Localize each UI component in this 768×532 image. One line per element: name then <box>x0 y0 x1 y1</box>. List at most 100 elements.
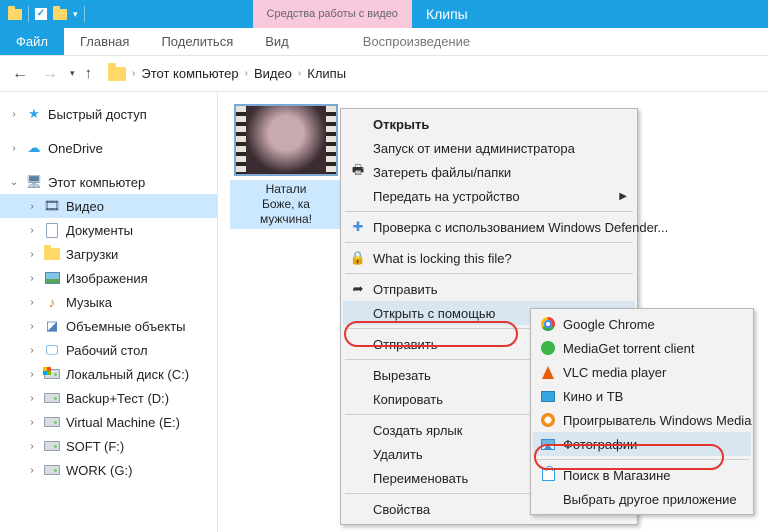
submenu-item-movies-tv[interactable]: Кино и ТВ <box>533 384 751 408</box>
menu-item-share[interactable]: ➦Отправить <box>343 277 635 301</box>
share-icon: ➦ <box>350 281 366 297</box>
menu-item-erase[interactable]: 🖶Затереть файлы/папки <box>343 160 635 184</box>
submenu-item-chrome[interactable]: Google Chrome <box>533 312 751 336</box>
sidebar-item-video[interactable]: ›🎞Видео <box>0 194 217 218</box>
sidebar-item-desktop[interactable]: ›🖵Рабочий стол <box>0 338 217 362</box>
chevron-right-icon[interactable]: › <box>298 68 301 79</box>
drive-icon <box>44 441 60 451</box>
menu-item-defender[interactable]: ✚Проверка с использованием Windows Defen… <box>343 215 635 239</box>
breadcrumb-item[interactable]: Этот компьютер <box>141 66 238 81</box>
menu-separator <box>345 242 633 243</box>
chrome-icon <box>540 316 556 332</box>
menu-separator <box>535 459 749 460</box>
document-icon <box>46 223 58 238</box>
wmp-icon <box>540 412 556 428</box>
sidebar-item-music[interactable]: ›♪Музыка <box>0 290 217 314</box>
breadcrumb-item[interactable]: Клипы <box>307 66 346 81</box>
printer-icon: 🖶 <box>350 164 366 180</box>
tab-home[interactable]: Главная <box>64 28 145 55</box>
sidebar-label: SOFT (F:) <box>66 439 124 454</box>
lock-icon: 🔒 <box>350 250 366 266</box>
back-button[interactable]: ← <box>10 65 30 83</box>
chevron-right-icon[interactable]: › <box>245 68 248 79</box>
pc-icon: 🖥 <box>26 174 42 190</box>
chevron-down-icon[interactable]: ▾ <box>73 9 78 20</box>
checkbox-icon[interactable]: ✓ <box>35 8 47 20</box>
submenu-item-store[interactable]: Поиск в Магазине <box>533 463 751 487</box>
contextual-tab-video-tools[interactable]: Средства работы с видео <box>253 0 412 28</box>
star-icon: ★ <box>26 106 42 122</box>
vlc-icon <box>540 364 556 380</box>
cloud-icon: ☁ <box>26 140 42 156</box>
mediaget-icon <box>540 340 556 356</box>
recent-locations-icon[interactable]: ▾ <box>70 68 75 79</box>
pictures-icon <box>45 272 60 284</box>
music-icon: ♪ <box>44 294 60 310</box>
file-caption: Натали Боже, ка мужчина! <box>230 180 342 229</box>
separator <box>84 6 85 22</box>
tab-share[interactable]: Поделиться <box>145 28 249 55</box>
video-file-item[interactable]: Натали Боже, ка мужчина! <box>230 104 342 229</box>
submenu-item-wmp[interactable]: Проигрыватель Windows Media <box>533 408 751 432</box>
desktop-icon: 🖵 <box>44 342 60 358</box>
submenu-item-vlc[interactable]: VLC media player <box>533 360 751 384</box>
store-icon <box>540 467 556 483</box>
open-with-submenu: Google Chrome MediaGet torrent client VL… <box>530 308 754 515</box>
address-bar[interactable]: › Этот компьютер › Видео › Клипы <box>108 66 346 81</box>
menu-item-run-as-admin[interactable]: Запуск от имени администратора <box>343 136 635 160</box>
sidebar-label: Объемные объекты <box>66 319 186 334</box>
cube-icon: ◪ <box>44 318 60 334</box>
folder-icon[interactable] <box>8 9 22 20</box>
sidebar-label: Видео <box>66 199 104 214</box>
breadcrumb-item[interactable]: Видео <box>254 66 292 81</box>
submenu-item-photos[interactable]: Фотографии <box>533 432 751 456</box>
sidebar-item-quick-access[interactable]: ›★Быстрый доступ <box>0 102 217 126</box>
menu-item-open[interactable]: Открыть <box>343 112 635 136</box>
shield-icon: ✚ <box>350 219 366 235</box>
folder-icon[interactable] <box>53 9 67 20</box>
quick-access-toolbar: ✓ ▾ <box>0 0 93 28</box>
sidebar-label: Музыка <box>66 295 112 310</box>
sidebar-label: OneDrive <box>48 141 103 156</box>
sidebar-label: Virtual Machine (E:) <box>66 415 180 430</box>
sidebar-label: Загрузки <box>66 247 118 262</box>
sidebar-item-3d-objects[interactable]: ›◪Объемные объекты <box>0 314 217 338</box>
menu-item-locking[interactable]: 🔒What is locking this file? <box>343 246 635 270</box>
contextual-tab-label: Средства работы с видео <box>267 8 398 20</box>
navigation-bar: ← → ▾ ↑ › Этот компьютер › Видео › Клипы <box>0 56 768 92</box>
sidebar-item-documents[interactable]: ›Документы <box>0 218 217 242</box>
sidebar-item-drive-d[interactable]: ›Backup+Тест (D:) <box>0 386 217 410</box>
tab-file[interactable]: Файл <box>0 28 64 55</box>
separator <box>28 6 29 22</box>
chevron-right-icon: ▶ <box>619 191 627 202</box>
sidebar-item-drive-g[interactable]: ›WORK (G:) <box>0 458 217 482</box>
chevron-right-icon[interactable]: › <box>132 68 135 79</box>
submenu-item-choose[interactable]: Выбрать другое приложение <box>533 487 751 511</box>
folder-icon <box>44 248 60 260</box>
tab-view[interactable]: Вид <box>249 28 305 55</box>
video-icon: 🎞 <box>44 198 60 214</box>
sidebar-item-drive-f[interactable]: ›SOFT (F:) <box>0 434 217 458</box>
sidebar-item-onedrive[interactable]: ›☁OneDrive <box>0 136 217 160</box>
sidebar-item-drive-e[interactable]: ›Virtual Machine (E:) <box>0 410 217 434</box>
sidebar-label: Изображения <box>66 271 148 286</box>
sidebar-item-this-pc[interactable]: ⌄🖥Этот компьютер <box>0 170 217 194</box>
sidebar-item-pictures[interactable]: ›Изображения <box>0 266 217 290</box>
sidebar-label: Документы <box>66 223 133 238</box>
video-thumbnail <box>234 104 338 176</box>
sidebar-label: Backup+Тест (D:) <box>66 391 169 406</box>
menu-separator <box>345 211 633 212</box>
submenu-item-mediaget[interactable]: MediaGet torrent client <box>533 336 751 360</box>
forward-button[interactable]: → <box>40 65 60 83</box>
folder-icon <box>108 67 126 81</box>
menu-item-cast[interactable]: Передать на устройство▶ <box>343 184 635 208</box>
sidebar-label: Этот компьютер <box>48 175 145 190</box>
sidebar-label: Быстрый доступ <box>48 107 147 122</box>
photos-icon <box>540 436 556 452</box>
up-button[interactable]: ↑ <box>85 65 93 82</box>
sidebar-item-downloads[interactable]: ›Загрузки <box>0 242 217 266</box>
sidebar-label: WORK (G:) <box>66 463 132 478</box>
tab-playback[interactable]: Воспроизведение <box>347 28 486 55</box>
film-icon <box>540 388 556 404</box>
sidebar-item-drive-c[interactable]: ›Локальный диск (C:) <box>0 362 217 386</box>
